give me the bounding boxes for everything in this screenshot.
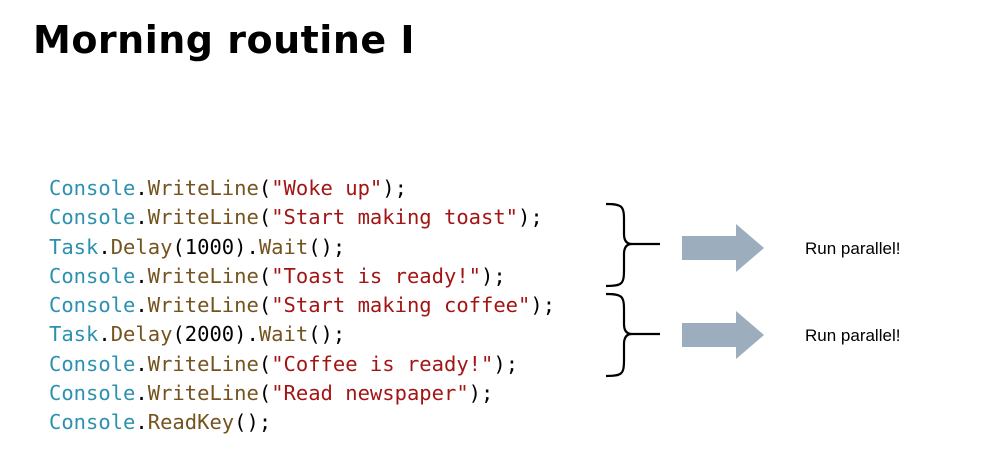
code-token: Console (49, 205, 136, 230)
code-token: . (135, 293, 148, 318)
code-token: . (135, 176, 148, 200)
curly-brace-toast (605, 202, 660, 288)
code-block: Console.WriteLine("Woke up"); Console.Wri… (49, 174, 555, 438)
code-token: Console (49, 381, 136, 406)
code-token: ); (493, 351, 519, 376)
arrow-shape (682, 311, 764, 359)
code-token: WriteLine (147, 176, 259, 200)
code-token: Console (49, 263, 136, 288)
code-line: Task.Delay(1000).Wait(); (49, 233, 555, 262)
code-token: Console (49, 176, 136, 200)
code-line: Task.Delay(2000).Wait(); (49, 320, 555, 349)
code-token: "Woke up" (271, 176, 383, 200)
arrow-shape (682, 224, 764, 272)
code-token: Task (49, 234, 99, 259)
code-token: ). (234, 322, 259, 347)
code-token: Wait (258, 322, 309, 347)
code-token: . (135, 205, 148, 230)
code-token: Console (49, 410, 136, 435)
code-token: . (135, 351, 148, 376)
code-token: WriteLine (147, 381, 259, 406)
code-line: Console.WriteLine("Coffee is ready!"); (49, 350, 555, 379)
code-token: Task (49, 322, 99, 347)
code-token: ); (481, 263, 506, 288)
code-line: Console.WriteLine("Start making coffee")… (49, 291, 555, 320)
code-token: . (135, 263, 148, 288)
code-token: (); (308, 322, 346, 347)
code-token: . (98, 322, 111, 347)
run-parallel-label-coffee: Run parallel! (805, 326, 901, 345)
code-token: WriteLine (147, 293, 259, 318)
code-token: ( (258, 293, 272, 318)
code-line: Console.WriteLine("Start making toast"); (49, 203, 555, 232)
curly-brace-coffee (605, 292, 660, 378)
code-token: ); (530, 293, 556, 318)
code-token: "Coffee is ready!" (271, 351, 494, 376)
code-token: . (135, 410, 148, 435)
code-token: (); (308, 234, 346, 259)
code-token: 1000 (184, 234, 235, 259)
code-line: Console.WriteLine("Woke up"); (49, 174, 555, 203)
code-token: ); (468, 381, 494, 406)
code-token: ReadKey (147, 410, 235, 435)
code-token: ). (234, 234, 259, 259)
code-token: "Start making toast" (271, 205, 519, 230)
code-token: ( (258, 176, 272, 200)
code-token: WriteLine (147, 351, 259, 376)
right-arrow-icon-toast (682, 224, 764, 272)
code-token: ); (518, 205, 543, 230)
code-token: ( (172, 234, 185, 259)
code-token: "Start making coffee" (271, 293, 531, 318)
code-token: Console (49, 293, 136, 318)
code-token: Delay (110, 322, 173, 347)
slide-title: Morning routine I (33, 18, 416, 62)
code-line: Console.WriteLine("Toast is ready!"); (49, 262, 555, 291)
code-token: ( (258, 381, 272, 406)
code-token: ); (382, 176, 407, 200)
run-parallel-label-toast: Run parallel! (805, 239, 901, 258)
code-token: "Read newspaper" (271, 381, 469, 406)
code-token: WriteLine (147, 263, 259, 288)
code-token: (); (234, 410, 272, 435)
code-token: Console (49, 351, 136, 376)
code-token: Wait (258, 234, 309, 259)
right-arrow-icon-coffee (682, 311, 764, 359)
code-token: . (135, 381, 148, 406)
code-token: . (98, 234, 111, 259)
code-token: ( (258, 351, 272, 376)
code-token: 2000 (184, 322, 235, 347)
code-token: ( (172, 322, 185, 347)
code-token: Delay (110, 234, 173, 259)
code-token: ( (258, 263, 272, 288)
code-token: ( (258, 205, 272, 230)
code-line: Console.WriteLine("Read newspaper"); (49, 379, 555, 408)
code-token: "Toast is ready!" (271, 263, 482, 288)
code-token: WriteLine (147, 205, 259, 230)
code-line: Console.ReadKey(); (49, 408, 555, 437)
